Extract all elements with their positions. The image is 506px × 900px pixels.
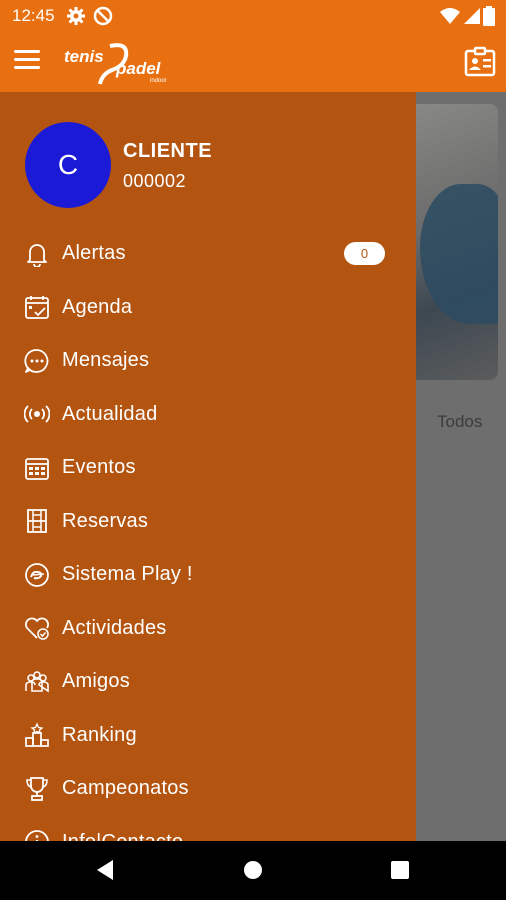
play-badge-icon — [25, 562, 49, 587]
menu-item-sistema-play[interactable]: Sistema Play ! — [0, 548, 416, 602]
svg-text:padel: padel — [115, 59, 162, 78]
menu-item-actividades[interactable]: Actividades — [0, 602, 416, 656]
menu-item-alertas[interactable]: Alertas 0 — [0, 227, 416, 281]
menu-icon[interactable] — [14, 50, 40, 74]
menu-label: Agenda — [62, 295, 133, 318]
menu-label: Amigos — [62, 670, 130, 693]
navigation-drawer: C CLIENTE 000002 Alertas 0 Agenda Mensaj… — [0, 92, 416, 841]
menu-label: Actividades — [62, 616, 167, 639]
heart-check-icon — [25, 617, 49, 641]
status-time: 12:45 — [12, 6, 55, 25]
back-icon[interactable] — [93, 857, 119, 883]
user-id: 000002 — [123, 171, 187, 191]
menu-label: Info|Contacto — [62, 831, 183, 841]
menu-item-info-contacto[interactable]: Info|Contacto — [0, 816, 416, 841]
calendar-grid-icon — [25, 457, 49, 480]
menu-label: Actualidad — [62, 402, 158, 425]
home-icon[interactable] — [240, 857, 266, 883]
wifi-icon — [440, 8, 460, 24]
chat-bubble-icon — [24, 348, 49, 373]
menu-label: Sistema Play ! — [62, 563, 193, 586]
avatar[interactable]: C — [25, 122, 111, 208]
court-icon — [27, 509, 47, 534]
menu-item-actualidad[interactable]: Actualidad — [0, 388, 416, 442]
menu-label: Ranking — [62, 723, 137, 746]
calendar-check-icon — [25, 296, 49, 320]
user-name: CLIENTE — [123, 140, 213, 162]
app-logo: tenis padel indoor — [64, 43, 167, 85]
battery-icon — [483, 6, 495, 26]
svg-text:tenis: tenis — [64, 47, 104, 66]
podium-icon — [25, 722, 49, 748]
system-nav-bar — [0, 841, 506, 900]
menu-label: Eventos — [62, 456, 136, 479]
app-bar: tenis padel indoor — [0, 32, 506, 92]
menu-label: Reservas — [62, 509, 149, 532]
info-icon — [25, 830, 49, 841]
menu-item-eventos[interactable]: Eventos — [0, 441, 416, 495]
drawer-menu: Alertas 0 Agenda Mensajes Actualidad Eve… — [0, 227, 416, 841]
menu-item-agenda[interactable]: Agenda — [0, 281, 416, 335]
svg-text:indoor: indoor — [150, 78, 167, 84]
signal-icon — [464, 8, 480, 24]
menu-item-mensajes[interactable]: Mensajes — [0, 334, 416, 388]
trophy-icon — [26, 776, 48, 801]
bell-icon — [27, 243, 47, 267]
alert-count-badge: 0 — [344, 242, 385, 266]
settings-icon — [67, 7, 85, 25]
menu-label: Alertas — [62, 242, 126, 265]
avatar-letter: C — [57, 149, 79, 180]
status-bar: 12:45 — [0, 0, 506, 32]
menu-item-amigos[interactable]: Amigos — [0, 655, 416, 709]
menu-item-reservas[interactable]: Reservas — [0, 495, 416, 549]
do-not-disturb-icon — [93, 6, 113, 26]
menu-label: Mensajes — [62, 349, 150, 372]
broadcast-icon — [24, 405, 50, 423]
menu-item-ranking[interactable]: Ranking — [0, 709, 416, 763]
menu-label: Campeonatos — [62, 777, 189, 800]
menu-item-campeonatos[interactable]: Campeonatos — [0, 762, 416, 816]
recents-icon[interactable] — [387, 857, 413, 883]
filter-tab-todos[interactable]: Todos — [437, 412, 482, 432]
member-card-icon[interactable] — [464, 46, 496, 78]
friends-icon — [25, 670, 49, 693]
